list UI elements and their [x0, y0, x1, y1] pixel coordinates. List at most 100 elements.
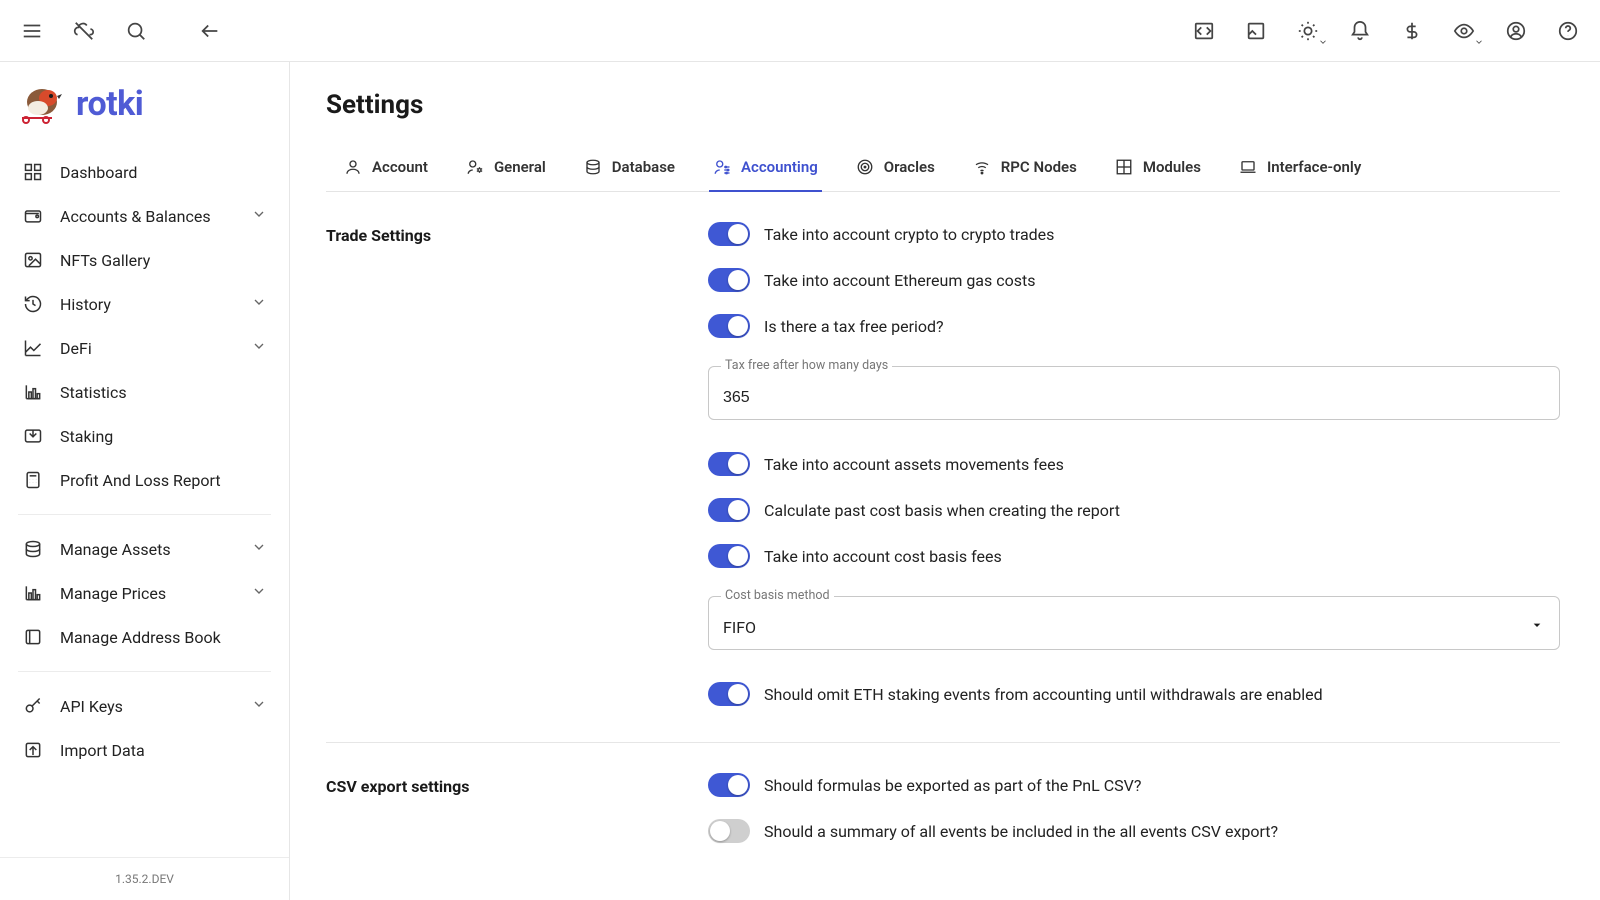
toggle-label: Should formulas be exported as part of t…	[764, 776, 1141, 795]
sidebar-item-label: NFTs Gallery	[60, 251, 150, 270]
chevron-down-icon	[251, 206, 267, 226]
cloud-off-icon[interactable]	[70, 17, 98, 45]
sidebar-item-manage-address-book[interactable]: Manage Address Book	[12, 615, 277, 659]
book-icon	[22, 626, 44, 648]
sidebar-item-label: Dashboard	[60, 163, 137, 182]
sidebar-item-staking[interactable]: Staking	[12, 414, 277, 458]
privacy-icon[interactable]	[1450, 17, 1478, 45]
chevron-down-icon	[251, 583, 267, 603]
tab-label: Interface-only	[1267, 158, 1361, 176]
brand[interactable]: rotki	[12, 80, 277, 144]
sidebar-item-label: Manage Prices	[60, 584, 166, 603]
sidebar-item-api-keys[interactable]: API Keys	[12, 684, 277, 728]
tab-label: Accounting	[741, 158, 818, 176]
toggle-switch[interactable]	[708, 268, 750, 292]
sidebar-item-history[interactable]: History	[12, 282, 277, 326]
dev-tools-icon[interactable]	[1190, 17, 1218, 45]
toggle-switch[interactable]	[708, 452, 750, 476]
image-icon	[22, 249, 44, 271]
toggle-switch[interactable]	[708, 819, 750, 843]
toggle-label: Take into account Ethereum gas costs	[764, 271, 1035, 290]
version-label: 1.35.2.DEV	[0, 857, 289, 900]
sidebar-item-manage-assets[interactable]: Manage Assets	[12, 527, 277, 571]
sidebar-item-label: Manage Address Book	[60, 628, 221, 647]
tab-database[interactable]: Database	[580, 148, 679, 192]
sidebar-item-label: Profit And Loss Report	[60, 471, 221, 490]
page-title: Settings	[326, 90, 1560, 120]
toggle-label: Calculate past cost basis when creating …	[764, 501, 1120, 520]
sidebar-item-label: Statistics	[60, 383, 127, 402]
chevron-down-icon	[251, 294, 267, 314]
inbox-icon	[22, 425, 44, 447]
section-trade-settings: Trade Settings Take into account crypto …	[326, 222, 1560, 706]
key-icon	[22, 695, 44, 717]
notifications-icon[interactable]	[1346, 17, 1374, 45]
dashboard-icon	[22, 161, 44, 183]
tab-accounting[interactable]: Accounting	[709, 148, 822, 192]
toggle-past-cost-basis: Calculate past cost basis when creating …	[708, 498, 1560, 522]
currency-icon[interactable]	[1398, 17, 1426, 45]
account-icon[interactable]	[1502, 17, 1530, 45]
notes-icon[interactable]	[1242, 17, 1270, 45]
theme-icon[interactable]	[1294, 17, 1322, 45]
toggle-switch[interactable]	[708, 222, 750, 246]
brand-logo-icon	[18, 84, 62, 124]
toggle-label: Should a summary of all events be includ…	[764, 822, 1278, 841]
help-icon[interactable]	[1554, 17, 1582, 45]
toggle-crypto-to-crypto: Take into account crypto to crypto trade…	[708, 222, 1560, 246]
field-tax-free-days[interactable]: Tax free after how many days	[708, 366, 1560, 420]
toggle-label: Take into account cost basis fees	[764, 547, 1002, 566]
tab-modules[interactable]: Modules	[1111, 148, 1205, 192]
sidebar-item-label: Import Data	[60, 741, 145, 760]
tab-general[interactable]: General	[462, 148, 550, 192]
section-title: CSV export settings	[326, 773, 708, 843]
field-label: Cost basis method	[721, 588, 834, 603]
toggle-switch[interactable]	[708, 314, 750, 338]
toggle-export-summary: Should a summary of all events be includ…	[708, 819, 1560, 843]
history-icon	[22, 293, 44, 315]
section-title: Trade Settings	[326, 222, 708, 706]
chevron-down-icon	[251, 539, 267, 559]
sidebar-item-label: Staking	[60, 427, 113, 446]
settings-tabs: Account General Database Accounting Oracles R…	[326, 148, 1560, 192]
sidebar-item-accounts-balances[interactable]: Accounts & Balances	[12, 194, 277, 238]
chevron-down-icon	[251, 338, 267, 358]
brand-name: rotki	[76, 84, 143, 124]
sidebar-item-label: Manage Assets	[60, 540, 171, 559]
toggle-label: Take into account assets movements fees	[764, 455, 1064, 474]
tab-rpc-nodes[interactable]: RPC Nodes	[969, 148, 1081, 192]
back-icon[interactable]	[196, 17, 224, 45]
toggle-label: Should omit ETH staking events from acco…	[764, 685, 1323, 704]
bar-chart-icon	[22, 381, 44, 403]
upload-icon	[22, 739, 44, 761]
dropdown-caret-icon	[1529, 617, 1545, 637]
menu-icon[interactable]	[18, 17, 46, 45]
toggle-tax-free-period: Is there a tax free period?	[708, 314, 1560, 338]
tab-oracles[interactable]: Oracles	[852, 148, 939, 192]
tax-free-days-input[interactable]	[723, 389, 1545, 407]
toggle-switch[interactable]	[708, 682, 750, 706]
sidebar-item-profit-and-loss-report[interactable]: Profit And Loss Report	[12, 458, 277, 502]
sidebar-item-manage-prices[interactable]: Manage Prices	[12, 571, 277, 615]
tab-label: Database	[612, 158, 675, 176]
search-icon[interactable]	[122, 17, 150, 45]
toggle-switch[interactable]	[708, 544, 750, 568]
sidebar-item-nfts-gallery[interactable]: NFTs Gallery	[12, 238, 277, 282]
sidebar-item-import-data[interactable]: Import Data	[12, 728, 277, 772]
tab-interface-only[interactable]: Interface-only	[1235, 148, 1365, 192]
tab-label: RPC Nodes	[1001, 158, 1077, 176]
cost-basis-value: FIFO	[723, 618, 1529, 637]
toggle-switch[interactable]	[708, 498, 750, 522]
tab-account[interactable]: Account	[340, 148, 432, 192]
field-cost-basis-method[interactable]: Cost basis method FIFO	[708, 596, 1560, 650]
tab-label: Account	[372, 158, 428, 176]
sidebar-item-statistics[interactable]: Statistics	[12, 370, 277, 414]
toggle-switch[interactable]	[708, 773, 750, 797]
field-label: Tax free after how many days	[721, 358, 892, 373]
tab-label: Oracles	[884, 158, 935, 176]
wallet-icon	[22, 205, 44, 227]
sidebar-item-defi[interactable]: DeFi	[12, 326, 277, 370]
sidebar-item-label: Accounts & Balances	[60, 207, 211, 226]
calculator-icon	[22, 469, 44, 491]
sidebar-item-dashboard[interactable]: Dashboard	[12, 150, 277, 194]
